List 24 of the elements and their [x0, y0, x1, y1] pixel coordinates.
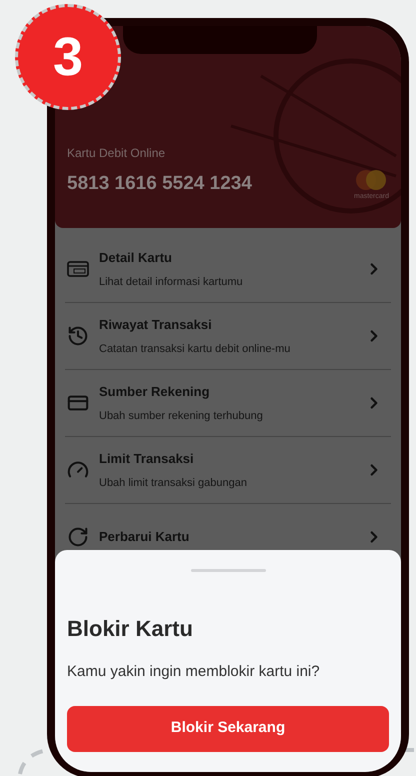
menu-item-title: Limit Transaksi	[99, 450, 195, 468]
history-icon	[67, 325, 89, 347]
menu-item-subtitle: Catatan transaksi kartu debit online-mu	[99, 342, 292, 356]
menu-item-title: Perbarui Kartu	[99, 528, 190, 546]
menu-item-title: Riwayat Transaksi	[99, 316, 213, 334]
refresh-icon	[67, 526, 89, 548]
menu-item[interactable]: Riwayat Transaksi Catatan transaksi kartu debit online-mu	[65, 303, 391, 370]
card-label: Kartu Debit Online	[67, 144, 166, 162]
step-badge: 3	[15, 4, 121, 110]
menu-item-title: Detail Kartu	[99, 249, 173, 267]
cvv-card-icon	[67, 261, 89, 277]
menu-item-subtitle: Lihat detail informasi kartumu	[99, 274, 244, 290]
menu-item-subtitle: Ubah limit transaksi gabungan	[99, 476, 248, 490]
menu-item[interactable]: Detail Kartu Lihat detail informasi kartumu	[65, 236, 391, 303]
sheet-message: Kamu yakin ingin memblokir kartu ini?	[67, 662, 321, 682]
sheet-title: Blokir Kartu	[67, 615, 194, 643]
menu-item[interactable]: Sumber Rekening Ubah sumber rekening terhubung	[65, 370, 391, 437]
card-number: 5813 1616 5524 1234	[67, 172, 252, 196]
drag-handle[interactable]	[190, 569, 266, 572]
brand-logo-icon	[354, 168, 388, 190]
block-now-button[interactable]: Blokir Sekarang	[67, 706, 389, 752]
menu-item-subtitle: Ubah sumber rekening terhubung	[99, 408, 264, 424]
menu-item-title: Sumber Rekening	[99, 383, 211, 401]
menu-item[interactable]: Limit Transaksi Ubah limit transaksi gabungan	[65, 437, 391, 504]
